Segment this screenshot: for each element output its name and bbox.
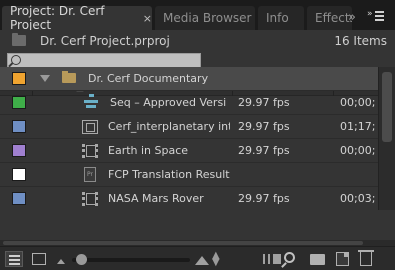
zoom-out-icon[interactable] [57,259,65,264]
tab-project-label: Project: Dr. Cerf Project [10,4,105,32]
item-frame-rate: 29.97 fps [238,192,290,205]
video-clip-icon [82,120,98,134]
label-color-swatch[interactable] [12,144,26,157]
item-name: Seq – Approved Versi [110,96,227,109]
item-name: Earth in Space [108,144,189,157]
list-view-button[interactable] [5,251,23,267]
film-clip-icon [82,192,98,206]
disclosure-triangle-icon[interactable] [40,75,50,82]
project-header: Dr. Cerf Project.prproj 16 Items [0,30,395,52]
item-name: Cerf_interplanetary int [108,120,230,133]
label-color-swatch[interactable] [12,72,26,85]
list-item[interactable]: Cerf_interplanetary int 29.97 fps 01;17; [0,115,378,139]
item-frame-rate: 29.97 fps [238,96,290,109]
vertical-scroll-thumb[interactable] [382,72,392,142]
tab-info[interactable]: Info [258,6,304,30]
zoom-slider-knob[interactable] [76,254,87,265]
tab-project[interactable]: Project: Dr. Cerf Project × [2,4,152,32]
label-color-swatch[interactable] [12,168,26,181]
panel-menu-icon[interactable]: » [367,9,387,23]
film-clip-icon [82,144,98,158]
tab-media-browser[interactable]: Media Browser [155,6,255,30]
project-toolbar: ▲ ▼ [0,246,395,270]
find-button[interactable] [284,252,295,263]
item-name: Dr. Cerf Documentary [88,72,209,85]
tab-info-label: Info [266,11,289,25]
tab-effects[interactable]: Effects [307,6,352,30]
list-item-folder[interactable]: Dr. Cerf Documentary [0,67,378,91]
label-color-swatch[interactable] [12,192,26,205]
list-item[interactable]: Seq – Approved Versi 29.97 fps 00;00; [0,91,378,115]
label-color-swatch[interactable] [12,120,26,133]
item-name: NASA Mars Rover [108,192,204,205]
sort-icons-button[interactable]: ▲ ▼ [212,251,222,268]
project-item-list: Dr. Cerf Documentary Seq – Approved Vers… [0,67,378,210]
document-icon: Pr [84,167,96,182]
zoom-in-icon[interactable] [195,256,209,265]
item-media-start: 00;00; [340,96,376,109]
list-item[interactable]: Earth in Space 29.97 fps 00;00; [0,139,378,163]
automate-to-sequence-button[interactable] [263,254,281,264]
folder-icon [62,71,76,83]
project-file-name: Dr. Cerf Project.prproj [40,34,170,48]
tab-effects-label: Effects [315,11,352,25]
panel-tab-bar: Project: Dr. Cerf Project × Media Browse… [0,0,395,32]
tab-media-browser-label: Media Browser [163,11,252,25]
item-media-start: 00;03; [340,192,376,205]
horizontal-scroll-thumb[interactable] [3,241,363,245]
label-color-swatch[interactable] [12,96,26,109]
tab-overflow-icon[interactable]: » [348,10,358,25]
item-frame-rate: 29.97 fps [238,144,290,157]
list-item[interactable]: Pr FCP Translation Result [0,163,378,187]
search-icon [11,55,21,65]
clear-button[interactable] [358,250,374,266]
item-media-start: 00;00; [340,144,376,157]
list-item[interactable]: NASA Mars Rover 29.97 fps 00;03; [0,187,378,210]
close-icon[interactable]: × [143,12,152,25]
item-frame-rate: 29.97 fps [238,120,290,133]
item-media-start: 01;17; [340,120,376,133]
bin-icon [12,33,26,46]
new-bin-button[interactable] [310,254,325,265]
item-name: FCP Translation Result [108,168,230,181]
sequence-icon [84,94,98,111]
icon-view-button[interactable] [32,253,46,265]
new-item-button[interactable] [336,252,349,266]
zoom-slider[interactable] [72,258,190,262]
vertical-scrollbar[interactable] [378,67,395,210]
item-count: 16 Items [334,34,387,48]
